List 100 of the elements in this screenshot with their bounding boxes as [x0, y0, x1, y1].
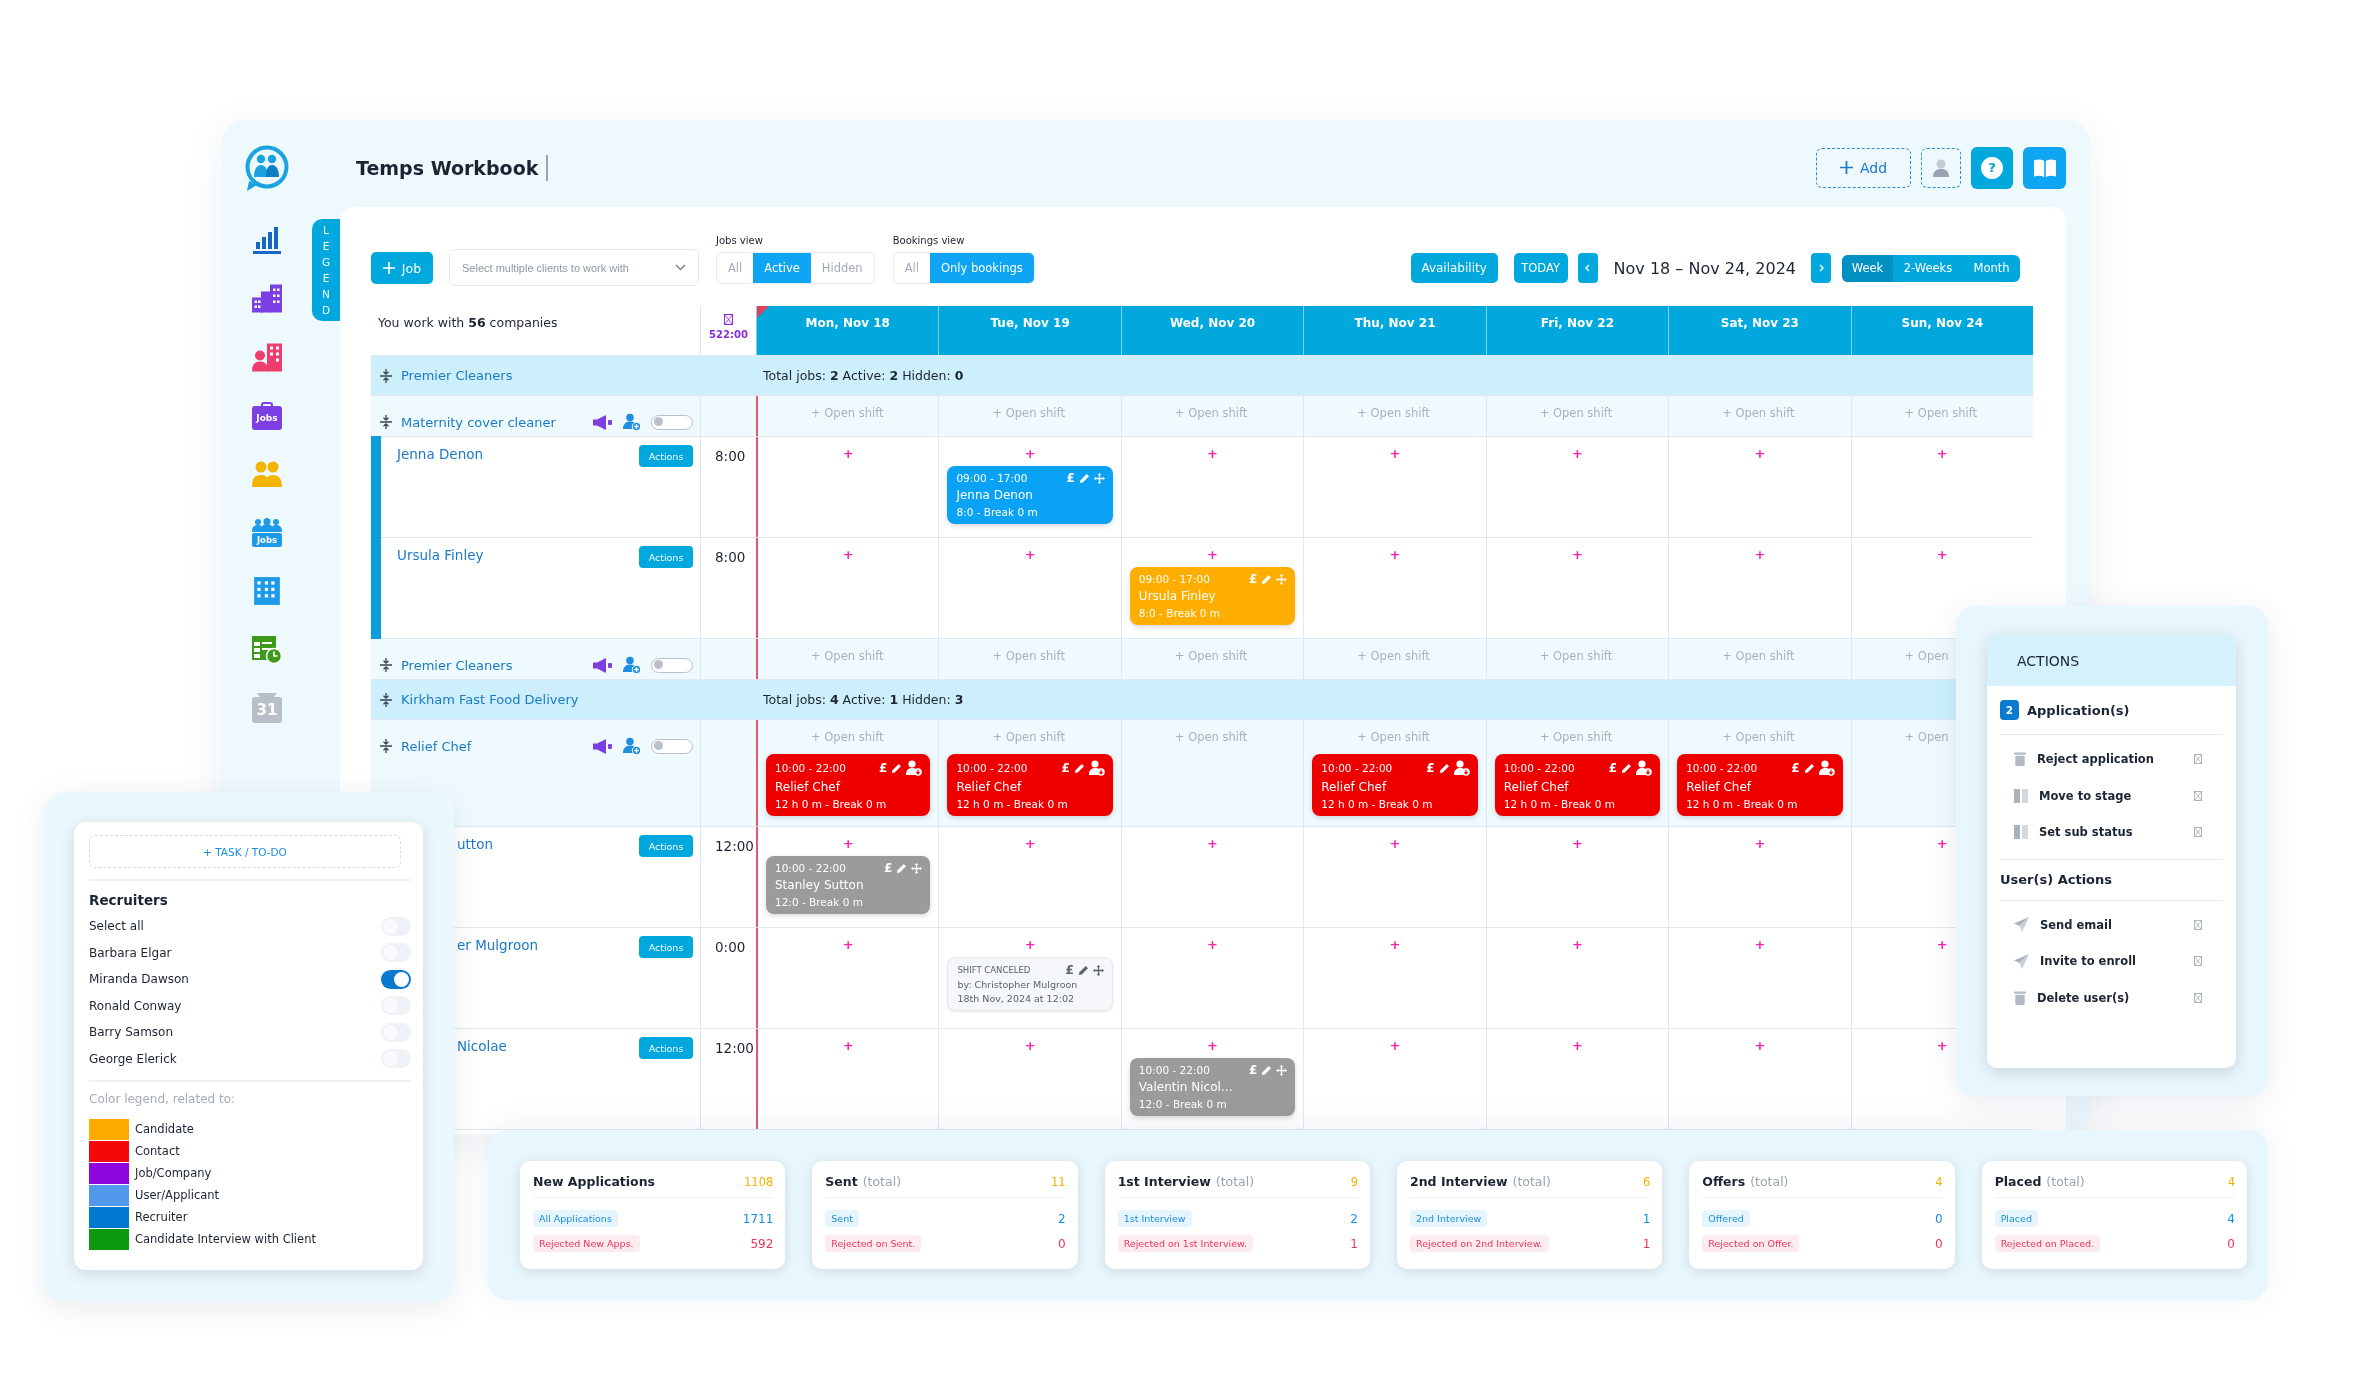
- stat-tag[interactable]: Sent: [825, 1210, 859, 1227]
- pencil-icon[interactable]: [1077, 964, 1089, 976]
- add-shift-link[interactable]: +: [1936, 835, 1948, 853]
- company-name[interactable]: Kirkham Fast Food Delivery: [401, 692, 579, 707]
- person-download-icon[interactable]: [1453, 760, 1470, 776]
- open-shift-link[interactable]: + Open shift: [1539, 404, 1613, 422]
- canceled-shift-card[interactable]: SHIFT CANCELED £ by: Christopher Mulgroon 18th Nov, 2024 at 12:02: [947, 957, 1113, 1011]
- pound-icon[interactable]: £: [879, 762, 888, 774]
- company-name[interactable]: Premier Cleaners: [401, 368, 513, 383]
- add-shift-link[interactable]: +: [842, 835, 854, 853]
- shift-card[interactable]: 10:00 - 22:00 £ Relief Chef 12 h 0 m - Break 0 m: [1677, 754, 1843, 816]
- buildings-icon[interactable]: [252, 284, 282, 314]
- job-title[interactable]: Premier Cleaners: [401, 657, 513, 673]
- range-option[interactable]: 2-Weeks: [1893, 254, 1963, 282]
- stat-tag[interactable]: Rejected on Sent.: [825, 1235, 922, 1252]
- add-shift-link[interactable]: +: [1024, 1037, 1036, 1055]
- open-shift-link[interactable]: + Open shift: [1539, 728, 1613, 746]
- guide-button[interactable]: [2023, 146, 2066, 189]
- open-shift-link[interactable]: + Open shift: [1539, 647, 1613, 665]
- shift-card[interactable]: 10:00 - 22:00 £ Relief Chef 12 h 0 m - Break 0 m: [766, 754, 931, 816]
- pound-icon[interactable]: £: [1426, 762, 1435, 774]
- open-shift-link[interactable]: + Open shift: [992, 647, 1065, 665]
- logo-icon[interactable]: [245, 144, 289, 191]
- add-shift-link[interactable]: +: [1207, 835, 1218, 853]
- candidate-name[interactable]: utton: [457, 836, 493, 852]
- collapse-icon[interactable]: [380, 692, 392, 707]
- move-icon[interactable]: [911, 862, 923, 874]
- open-shift-link[interactable]: + Open shift: [811, 647, 884, 665]
- open-shift-link[interactable]: + Open shift: [1722, 647, 1795, 665]
- jobs-view-option[interactable]: All: [717, 253, 754, 283]
- person-download-icon[interactable]: [1636, 760, 1653, 776]
- add-shift-link[interactable]: +: [842, 445, 854, 463]
- collapse-icon[interactable]: [380, 739, 392, 753]
- stat-tag[interactable]: 2nd Interview: [1410, 1210, 1488, 1227]
- shift-card[interactable]: 09:00 - 17:00 £ Ursula Finley 8:0 - Break 0 m: [1129, 567, 1296, 625]
- collapse-icon[interactable]: [380, 415, 392, 429]
- stat-tag[interactable]: Rejected on 1st Interview.: [1117, 1235, 1253, 1252]
- action-item[interactable]: Set sub status: [2039, 825, 2133, 840]
- legend-tab[interactable]: LEGEND: [312, 219, 340, 321]
- pound-icon[interactable]: £: [1608, 762, 1618, 774]
- shift-card[interactable]: 10:00 - 22:00 £ Valentin Nicol… 12:0 - Break 0 m: [1129, 1058, 1296, 1116]
- profile-button[interactable]: [1921, 147, 1961, 188]
- pound-icon[interactable]: £: [1066, 472, 1075, 484]
- shift-card[interactable]: 10:00 - 22:00 £ Relief Chef 12 h 0 m - Break 0 m: [947, 754, 1113, 816]
- add-shift-link[interactable]: +: [1389, 936, 1401, 954]
- pound-icon[interactable]: £: [884, 862, 893, 874]
- job-title[interactable]: Maternity cover cleaner: [401, 414, 556, 430]
- add-shift-link[interactable]: +: [1389, 1037, 1401, 1055]
- pound-icon[interactable]: £: [1065, 964, 1074, 976]
- add-shift-link[interactable]: +: [1754, 936, 1766, 954]
- bookings-view-option[interactable]: All: [893, 253, 930, 283]
- building-grid-icon[interactable]: [253, 576, 281, 607]
- help-button[interactable]: ?: [1971, 146, 2013, 189]
- add-shift-link[interactable]: +: [1571, 546, 1583, 564]
- add-shift-link[interactable]: +: [1571, 936, 1583, 954]
- add-shift-link[interactable]: +: [1389, 835, 1401, 853]
- pencil-icon[interactable]: [1621, 762, 1633, 774]
- add-person-icon[interactable]: [623, 656, 641, 674]
- toggle-switch[interactable]: [651, 738, 693, 754]
- add-shift-link[interactable]: +: [1024, 835, 1036, 853]
- collapse-icon[interactable]: [380, 658, 392, 672]
- shift-card[interactable]: 10:00 - 22:00 £ Relief Chef 12 h 0 m - Break 0 m: [1312, 754, 1478, 816]
- move-icon[interactable]: [1093, 472, 1105, 484]
- stat-tag[interactable]: Placed: [1994, 1210, 2038, 1227]
- pound-icon[interactable]: £: [1248, 1064, 1258, 1076]
- open-shift-link[interactable]: + Open shift: [992, 728, 1065, 746]
- actions-button[interactable]: Actions: [639, 835, 693, 857]
- toggle-switch[interactable]: [381, 969, 411, 989]
- add-shift-link[interactable]: +: [1571, 445, 1583, 463]
- range-option[interactable]: Week: [1842, 254, 1893, 282]
- add-button[interactable]: Add: [1816, 147, 1911, 188]
- bar-chart-icon[interactable]: [252, 226, 282, 255]
- add-shift-link[interactable]: +: [1754, 835, 1766, 853]
- add-shift-link[interactable]: +: [842, 546, 854, 564]
- add-job-button[interactable]: Job: [371, 252, 433, 284]
- add-shift-link[interactable]: +: [1207, 445, 1218, 463]
- pound-icon[interactable]: £: [1061, 762, 1070, 774]
- next-button[interactable]: [1811, 253, 1831, 283]
- action-item[interactable]: Move to stage: [2039, 788, 2132, 803]
- person-download-icon[interactable]: [1088, 760, 1105, 776]
- add-shift-link[interactable]: +: [1024, 445, 1036, 463]
- pencil-icon[interactable]: [1078, 472, 1090, 484]
- add-shift-link[interactable]: +: [1207, 936, 1218, 954]
- action-item[interactable]: Invite to enroll: [2040, 954, 2137, 969]
- person-download-icon[interactable]: [906, 760, 923, 776]
- pencil-icon[interactable]: [1073, 762, 1085, 774]
- move-icon[interactable]: [1092, 964, 1104, 976]
- actions-button[interactable]: Actions: [639, 936, 693, 958]
- megaphone-icon[interactable]: [593, 414, 612, 430]
- jobs-view-option[interactable]: Active: [753, 253, 811, 283]
- add-shift-link[interactable]: +: [1754, 546, 1766, 564]
- add-person-icon[interactable]: [623, 413, 641, 431]
- open-shift-link[interactable]: + Open shift: [1722, 404, 1795, 422]
- add-shift-link[interactable]: +: [1936, 1037, 1948, 1055]
- action-item[interactable]: Delete user(s): [2037, 990, 2130, 1005]
- today-button[interactable]: TODAY: [1513, 253, 1568, 283]
- pound-icon[interactable]: £: [1248, 573, 1258, 585]
- bookings-view-option[interactable]: Only bookings: [929, 253, 1034, 283]
- toggle-switch[interactable]: [651, 657, 693, 673]
- person-building-icon[interactable]: [252, 342, 282, 372]
